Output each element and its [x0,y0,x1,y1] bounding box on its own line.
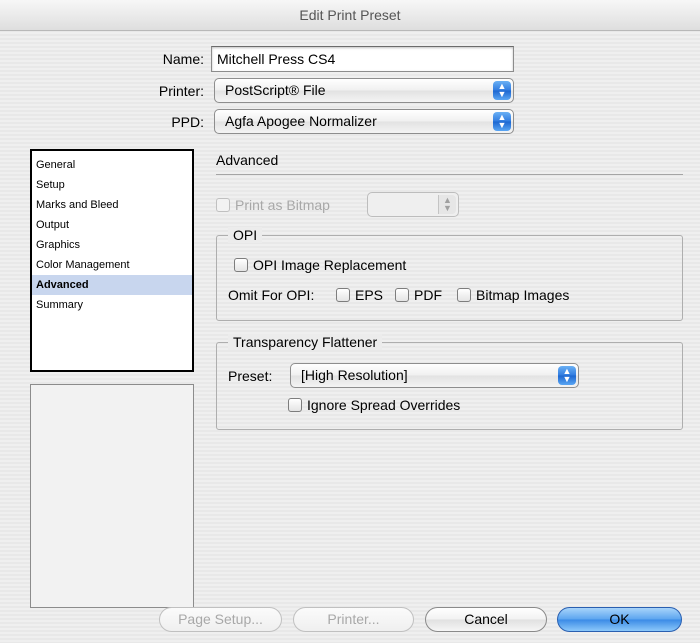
checkbox-icon [395,288,409,302]
sidebar-item-color-management[interactable]: Color Management [32,255,192,275]
preset-label: Preset: [228,368,273,384]
omit-for-opi-label: Omit For OPI: [228,287,315,303]
category-list[interactable]: General Setup Marks and Bleed Output Gra… [30,149,194,372]
edit-print-preset-dialog: Edit Print Preset Name: Mitchell Press C… [0,0,700,643]
ppd-label: PPD: [171,114,204,130]
flattener-preset-value: [High Resolution] [301,367,408,383]
sidebar-item-summary[interactable]: Summary [32,295,192,315]
omit-bitmap-images-label: Bitmap Images [476,287,570,303]
checkbox-icon [457,288,471,302]
checkbox-icon [216,198,230,212]
omit-pdf-checkbox[interactable]: PDF [395,287,442,303]
printer-label: Printer: [158,83,204,99]
panel-divider [216,174,683,175]
popup-arrows-icon: ▲ ▼ [558,366,576,385]
panel-title: Advanced [216,152,279,168]
omit-pdf-label: PDF [414,287,442,303]
checkbox-icon [234,258,248,272]
ok-button[interactable]: OK [557,607,682,632]
popup-arrows-icon: ▲ ▼ [493,112,511,131]
popup-arrows-icon: ▲ ▼ [438,195,456,214]
printer-button[interactable]: Printer... [293,607,414,632]
print-as-bitmap-checkbox[interactable]: Print as Bitmap [216,197,330,213]
sidebar-item-output[interactable]: Output [32,215,192,235]
bitmap-resolution-popup[interactable]: ▲ ▼ [367,192,459,217]
print-as-bitmap-label: Print as Bitmap [235,197,330,213]
opi-image-replacement-label: OPI Image Replacement [253,257,407,273]
omit-eps-checkbox[interactable]: EPS [336,287,383,303]
printer-popup[interactable]: PostScript® File ▲ ▼ [214,78,514,103]
checkbox-icon [336,288,350,302]
sidebar-item-graphics[interactable]: Graphics [32,235,192,255]
window-title: Edit Print Preset [0,0,700,31]
opi-legend: OPI [228,227,263,243]
preview-pane [30,384,194,608]
sidebar-item-general[interactable]: General [32,155,192,175]
opi-group [216,235,683,321]
ignore-spread-overrides-label: Ignore Spread Overrides [307,397,461,413]
ignore-spread-overrides-checkbox[interactable]: Ignore Spread Overrides [288,397,460,413]
sidebar-item-marks-and-bleed[interactable]: Marks and Bleed [32,195,192,215]
page-setup-button[interactable]: Page Setup... [159,607,282,632]
checkbox-icon [288,398,302,412]
sidebar-item-advanced[interactable]: Advanced [32,275,192,295]
opi-image-replacement-checkbox[interactable]: OPI Image Replacement [234,257,406,273]
transparency-flattener-legend: Transparency Flattener [228,334,383,350]
printer-popup-value: PostScript® File [225,82,326,98]
popup-arrows-icon: ▲ ▼ [493,81,511,100]
ppd-popup[interactable]: Agfa Apogee Normalizer ▲ ▼ [214,109,514,134]
ppd-popup-value: Agfa Apogee Normalizer [225,113,377,129]
flattener-preset-popup[interactable]: [High Resolution] ▲ ▼ [290,363,579,388]
name-label: Name: [162,51,204,67]
sidebar-item-setup[interactable]: Setup [32,175,192,195]
omit-eps-label: EPS [355,287,384,303]
cancel-button[interactable]: Cancel [425,607,547,632]
omit-bitmap-images-checkbox[interactable]: Bitmap Images [457,287,569,303]
name-field[interactable]: Mitchell Press CS4 [211,46,514,72]
